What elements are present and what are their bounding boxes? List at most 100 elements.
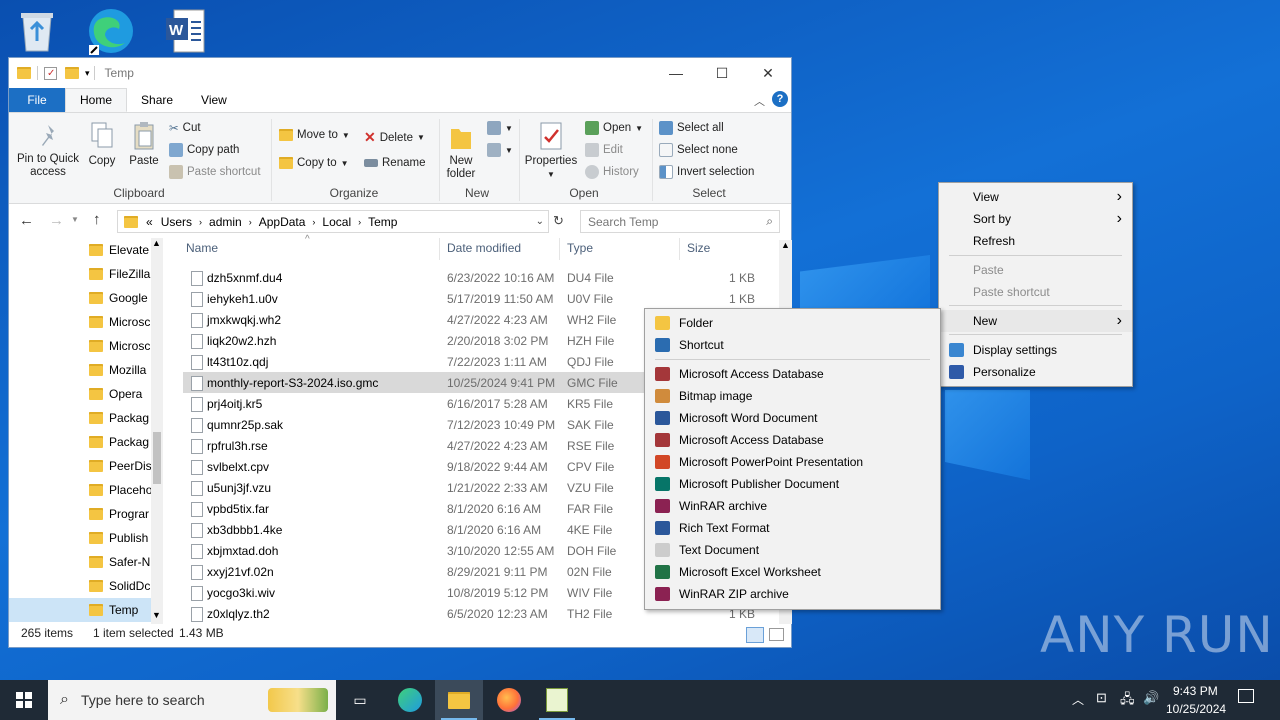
notepadpp-icon[interactable] [533,680,581,720]
device-icon[interactable]: ⊡ [1096,690,1107,706]
tab-home[interactable]: Home [65,88,128,112]
nav-item[interactable]: Packag [89,430,151,454]
maximize-button[interactable]: ☐ [699,58,745,88]
minimize-button[interactable]: — [653,58,699,88]
word-icon[interactable]: W [160,6,210,56]
copy-path-button[interactable]: Copy path [169,143,239,157]
breadcrumb-temp[interactable]: Temp [368,215,397,229]
ribbon-collapse-icon[interactable]: ︿ [754,93,765,109]
paste-button[interactable]: Paste [127,121,161,168]
column-date-modified[interactable]: Date modified [447,241,521,255]
cut-button[interactable]: ✂ Cut [169,121,201,135]
properties-quick-icon[interactable]: ✓ [44,66,57,80]
quick-access-dropdown-icon[interactable]: ▾ [85,68,90,79]
new-folder-quick-icon[interactable] [65,67,79,79]
nav-item[interactable]: Elevate [89,238,151,262]
new-submenu-item[interactable]: Microsoft Word Document [645,407,940,429]
file-explorer-icon[interactable] [435,680,483,720]
tab-share[interactable]: Share [127,88,187,112]
nav-scroll-thumb[interactable] [153,432,161,484]
refresh-icon[interactable]: ↻ [553,213,564,229]
recent-locations-icon[interactable]: ▼ [71,215,79,224]
copy-to-button[interactable]: Copy to ▼ [279,157,349,169]
context-menu-item[interactable]: Paste shortcut [939,281,1132,303]
context-menu-item[interactable]: Paste [939,259,1132,281]
tab-view[interactable]: View [187,88,241,112]
properties-button[interactable]: Properties ▼ [523,121,579,181]
nav-item[interactable]: Mozilla [89,358,151,382]
new-submenu-item[interactable]: Bitmap image [645,385,940,407]
open-button[interactable]: Open ▼ [585,121,643,135]
breadcrumb-users[interactable]: Users [161,215,192,229]
start-button[interactable] [0,680,48,720]
address-bar[interactable]: « Users › admin › AppData › Local › Temp… [117,210,549,233]
nav-item[interactable]: Google [89,286,151,310]
breadcrumb-overflow[interactable]: « [146,215,153,229]
new-submenu-item[interactable]: Rich Text Format [645,517,940,539]
search-input[interactable]: Search Temp ⌕ [580,210,780,233]
new-submenu-item[interactable]: Text Document [645,539,940,561]
column-size[interactable]: Size [687,241,710,255]
context-menu-item[interactable]: View › [939,186,1132,208]
nav-item[interactable]: Temp [9,598,151,622]
new-submenu-item[interactable]: Microsoft PowerPoint Presentation [645,451,940,473]
back-icon[interactable]: ← [19,212,34,229]
nav-item[interactable]: Publish [89,526,151,550]
new-folder-button[interactable]: New folder [441,123,481,181]
clock-time[interactable]: 9:43 PM [1173,684,1218,698]
history-button[interactable]: History [585,165,639,179]
pin-quick-access-button[interactable]: Pin to Quick access [13,123,83,179]
nav-item[interactable]: PeerDis [89,454,151,478]
context-menu-item[interactable]: New › [939,310,1132,332]
close-button[interactable]: ✕ [745,58,791,88]
nav-item[interactable]: Microsc [89,310,151,334]
move-to-button[interactable]: Move to ▼ [279,129,350,141]
firefox-icon[interactable] [485,680,533,720]
up-icon[interactable]: ↑ [93,211,101,228]
recycle-bin-icon[interactable] [12,6,62,56]
clock-date[interactable]: 10/25/2024 [1166,702,1226,716]
new-submenu-item[interactable]: Shortcut [645,334,940,356]
new-submenu-item[interactable]: WinRAR ZIP archive [645,583,940,605]
help-icon[interactable]: ? [772,91,788,107]
details-view-icon[interactable] [746,627,764,643]
new-submenu-item[interactable]: Microsoft Access Database [645,363,940,385]
forward-icon[interactable]: → [49,212,64,229]
column-type[interactable]: Type [567,241,593,255]
rename-button[interactable]: Rename [364,157,425,169]
tab-file[interactable]: File [9,88,65,112]
column-name[interactable]: Name [186,241,218,255]
address-dropdown-icon[interactable]: ⌄ [536,216,544,227]
paste-shortcut-button[interactable]: Paste shortcut [169,165,261,179]
nav-item[interactable]: FileZilla [89,262,151,286]
invert-selection-button[interactable]: Invert selection [659,165,754,179]
chevron-down-icon[interactable]: ▼ [152,610,161,620]
new-item-button[interactable]: ▼ [487,121,513,135]
edge-icon[interactable] [86,6,136,56]
new-submenu-item[interactable]: Microsoft Access Database [645,429,940,451]
new-submenu-item[interactable]: Microsoft Excel Worksheet [645,561,940,583]
context-menu-item[interactable]: Personalize [939,361,1132,383]
select-all-button[interactable]: Select all [659,121,724,135]
show-hidden-icons-icon[interactable]: ︿ [1072,691,1084,708]
nav-item[interactable]: Prograr [89,502,151,526]
chevron-up-icon[interactable]: ▲ [152,238,161,248]
context-menu-item[interactable]: Display settings [939,339,1132,361]
chevron-up-icon[interactable]: ▲ [781,240,790,250]
nav-item[interactable]: Placeho [89,478,151,502]
nav-scrollbar[interactable]: ▲ ▼ [151,238,163,624]
context-menu-item[interactable]: Refresh [939,230,1132,252]
copy-button[interactable]: Copy [85,121,119,168]
new-submenu-item[interactable]: Microsoft Publisher Document [645,473,940,495]
nav-item[interactable]: SolidDc [89,574,151,598]
context-menu-item[interactable]: Sort by › [939,208,1132,230]
delete-button[interactable]: ✕ Delete ▼ [364,129,425,146]
file-row[interactable]: iehykeh1.u0v 5/17/2019 11:50 AM U0V File 1 … [183,288,777,309]
edge-icon[interactable] [386,680,434,720]
nav-item[interactable]: Safer-N [89,550,151,574]
file-row[interactable]: dzh5xnmf.du4 6/23/2022 10:16 AM DU4 File 1 … [183,267,777,288]
task-view-icon[interactable]: ▭ [336,680,384,720]
edit-button[interactable]: Edit [585,143,623,157]
new-submenu-item[interactable]: Folder [645,312,940,334]
taskbar-search-input[interactable]: ⌕ Type here to search [48,680,336,720]
